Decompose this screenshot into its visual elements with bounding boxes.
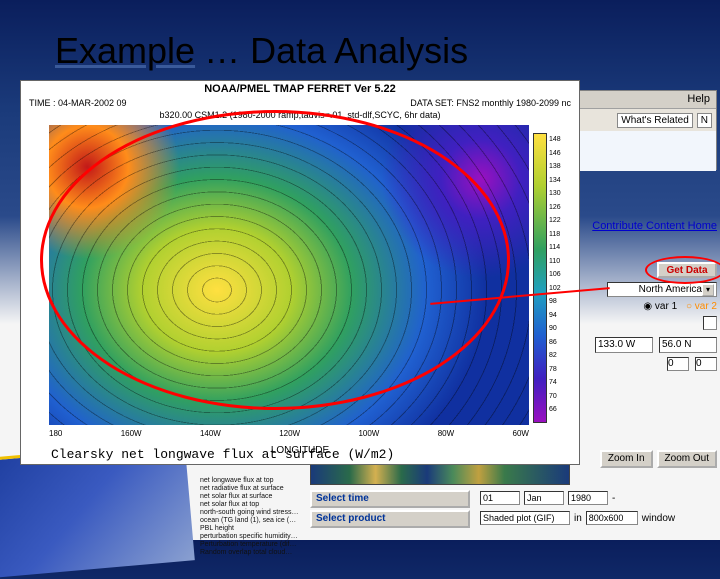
range-b-input[interactable]: 0 [695,357,717,371]
home-link[interactable]: Home [688,220,717,232]
n-button[interactable]: N [697,113,712,128]
ferret-subheader: TIME : 04-MAR-2002 09DATA SET: FNS2 mont… [21,97,579,109]
slide-title: Example … Data Analysis [55,30,468,72]
contour-plot [49,125,529,425]
variable-list[interactable]: net longwave flux at top net radiative f… [200,477,300,557]
zoom-in-button[interactable]: Zoom In [600,450,653,468]
zoom-out-button[interactable]: Zoom Out [657,450,717,468]
contribute-link[interactable]: Contribute Content [592,220,684,232]
browser-toolbar: What's Related N [568,109,716,131]
browser-chrome: Help What's Related N [567,90,717,170]
chevron-down-icon: ▾ [702,284,714,296]
select-time-bar[interactable]: Select time [310,490,470,508]
region-select[interactable]: North America▾ [607,282,717,297]
month-input[interactable]: Jan [524,491,564,505]
plot-description: Clearsky net longwave flux at surface (W… [51,447,394,462]
ferret-plot-window: NOAA/PMEL TMAP FERRET Ver 5.22 TIME : 04… [20,80,580,465]
whats-related-button[interactable]: What's Related [617,113,693,128]
year-input[interactable]: 1980 [568,491,608,505]
day-input[interactable]: 01 [480,491,520,505]
small-select-icon[interactable] [703,316,717,330]
x-ticks: 180160W140W120W100W80W60W [49,429,529,438]
var2-radio[interactable]: ○ var 2 [686,301,717,312]
get-data-button[interactable]: Get Data [657,262,717,278]
ferret-subheader2: b320.00 CSM1.2 (1980-2000 ramp,tauvis=.0… [21,109,579,121]
time-row: 01 Jan 1980 - [480,490,615,506]
product-select[interactable]: Shaded plot (GIF) [480,511,570,525]
product-row: Shaded plot (GIF) in 800x600 window [480,510,675,526]
select-product-bar[interactable]: Select product [310,510,470,528]
ferret-header: NOAA/PMEL TMAP FERRET Ver 5.22 [21,81,579,97]
size-select[interactable]: 800x600 [586,511,638,525]
range-a-input[interactable]: 0 [667,357,689,371]
header-links: Contribute Content Home [557,220,717,232]
help-menu[interactable]: Help [568,91,716,109]
data-controls-panel: Contribute Content Home Get Data North A… [557,220,717,371]
zoom-controls: Zoom In Zoom Out [600,450,717,468]
longitude-input[interactable]: 133.0 W [595,337,653,353]
latitude-input[interactable]: 56.0 N [659,337,717,353]
var1-radio[interactable]: ◉ var 1 [643,301,677,312]
colorbar: 1481461381341301261221181141101061029894… [533,133,573,423]
time-dash: - [612,493,615,504]
